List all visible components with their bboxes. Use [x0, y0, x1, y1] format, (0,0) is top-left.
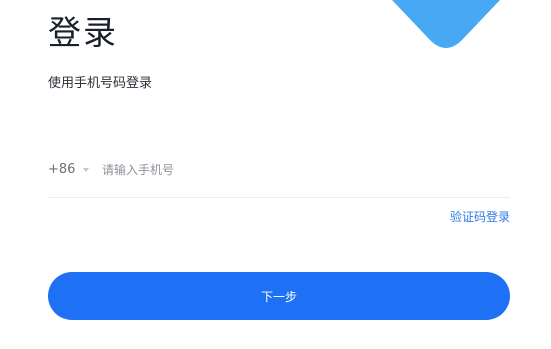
- sms-code-login-link[interactable]: 验证码登录: [450, 207, 510, 227]
- next-button[interactable]: 下一步: [48, 272, 510, 320]
- country-code-selector[interactable]: +86: [48, 160, 75, 180]
- page-title: 登录: [48, 13, 118, 52]
- phone-input-row: +86: [48, 150, 510, 198]
- decorative-blue-shape: [392, 0, 500, 48]
- caret-down-icon[interactable]: [83, 168, 89, 172]
- page-subtitle: 使用手机号码登录: [48, 76, 153, 91]
- phone-number-input[interactable]: [102, 158, 402, 182]
